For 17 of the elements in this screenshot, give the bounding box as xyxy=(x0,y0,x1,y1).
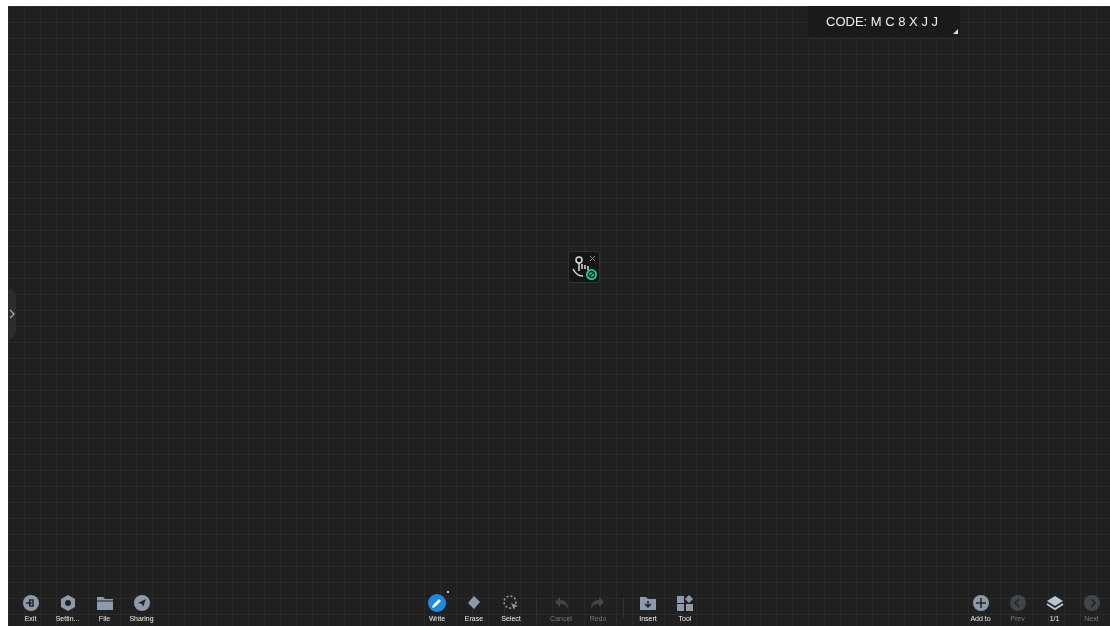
room-code-label: CODE: M C 8 X J J xyxy=(808,6,960,37)
prohibited-icon xyxy=(586,269,597,280)
grid-tiles-icon xyxy=(676,594,694,612)
folder-icon xyxy=(95,594,114,612)
plus-circle-icon xyxy=(971,594,990,612)
selected-indicator xyxy=(446,591,449,593)
pen-icon xyxy=(428,594,446,612)
dashed-cursor-icon xyxy=(502,594,520,612)
side-panel-handle[interactable] xyxy=(8,288,16,339)
layers-icon xyxy=(1045,594,1064,612)
chevron-right-icon xyxy=(9,308,15,319)
chevron-left-icon xyxy=(1008,594,1027,612)
paper-plane-icon xyxy=(132,594,151,612)
close-icon[interactable] xyxy=(589,255,596,262)
folder-download-icon xyxy=(639,594,657,612)
chevron-right-icon xyxy=(1082,594,1101,612)
hexagon-icon xyxy=(58,594,77,612)
